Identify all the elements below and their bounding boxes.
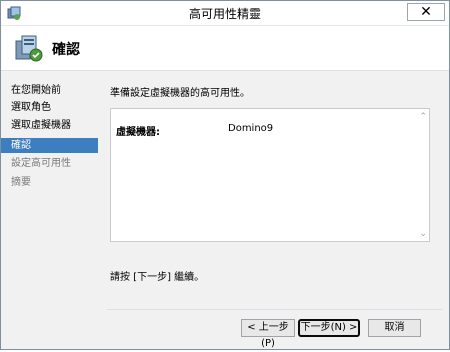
page-header: 確認	[1, 26, 449, 70]
intro-text: 準備設定虛擬機器的高可用性。	[110, 88, 250, 99]
footer-divider	[107, 309, 443, 310]
confirmation-list[interactable]: 虛擬機器: Domino9 ⌃ ⌄	[110, 108, 430, 242]
main-panel: 準備設定虛擬機器的高可用性。 虛擬機器: Domino9 ⌃ ⌄ 請按 [下一步…	[107, 71, 443, 349]
continue-hint: 請按 [下一步] 繼續。	[110, 272, 205, 283]
scroll-up-icon[interactable]: ⌃	[419, 112, 427, 122]
nav-step-configure-ha: 設定高可用性	[11, 158, 71, 169]
page-title: 確認	[52, 42, 80, 58]
vm-value: Domino9	[228, 123, 274, 134]
wizard-window: 高可用性精靈 ✕ 確認 在您開始前 選取角色 選取虛擬機器 確認 設定高可用性 …	[0, 0, 450, 350]
nav-step-summary: 摘要	[11, 177, 31, 188]
previous-button[interactable]: < 上一步(P)	[241, 319, 295, 349]
ha-wizard-icon	[15, 35, 43, 62]
wizard-step-nav: 在您開始前 選取角色 選取虛擬機器 確認 設定高可用性 摘要	[1, 71, 100, 349]
vm-label: 虛擬機器:	[116, 127, 160, 138]
nav-step-select-role[interactable]: 選取角色	[1, 100, 98, 115]
content-area: 在您開始前 選取角色 選取虛擬機器 確認 設定高可用性 摘要 準備設定虛擬機器的…	[1, 71, 449, 349]
close-button[interactable]: ✕	[407, 3, 445, 21]
nav-step-before-you-begin[interactable]: 在您開始前	[1, 83, 98, 98]
nav-step-confirmation[interactable]: 確認	[1, 138, 98, 153]
cancel-button[interactable]: 取消	[368, 319, 421, 337]
nav-step-select-vm[interactable]: 選取虛擬機器	[1, 118, 98, 133]
next-button[interactable]: 下一步(N) >	[298, 319, 360, 337]
scroll-down-icon[interactable]: ⌄	[419, 229, 427, 239]
window-title: 高可用性精靈	[188, 7, 261, 21]
title-bar: 高可用性精靈 ✕	[1, 1, 449, 26]
